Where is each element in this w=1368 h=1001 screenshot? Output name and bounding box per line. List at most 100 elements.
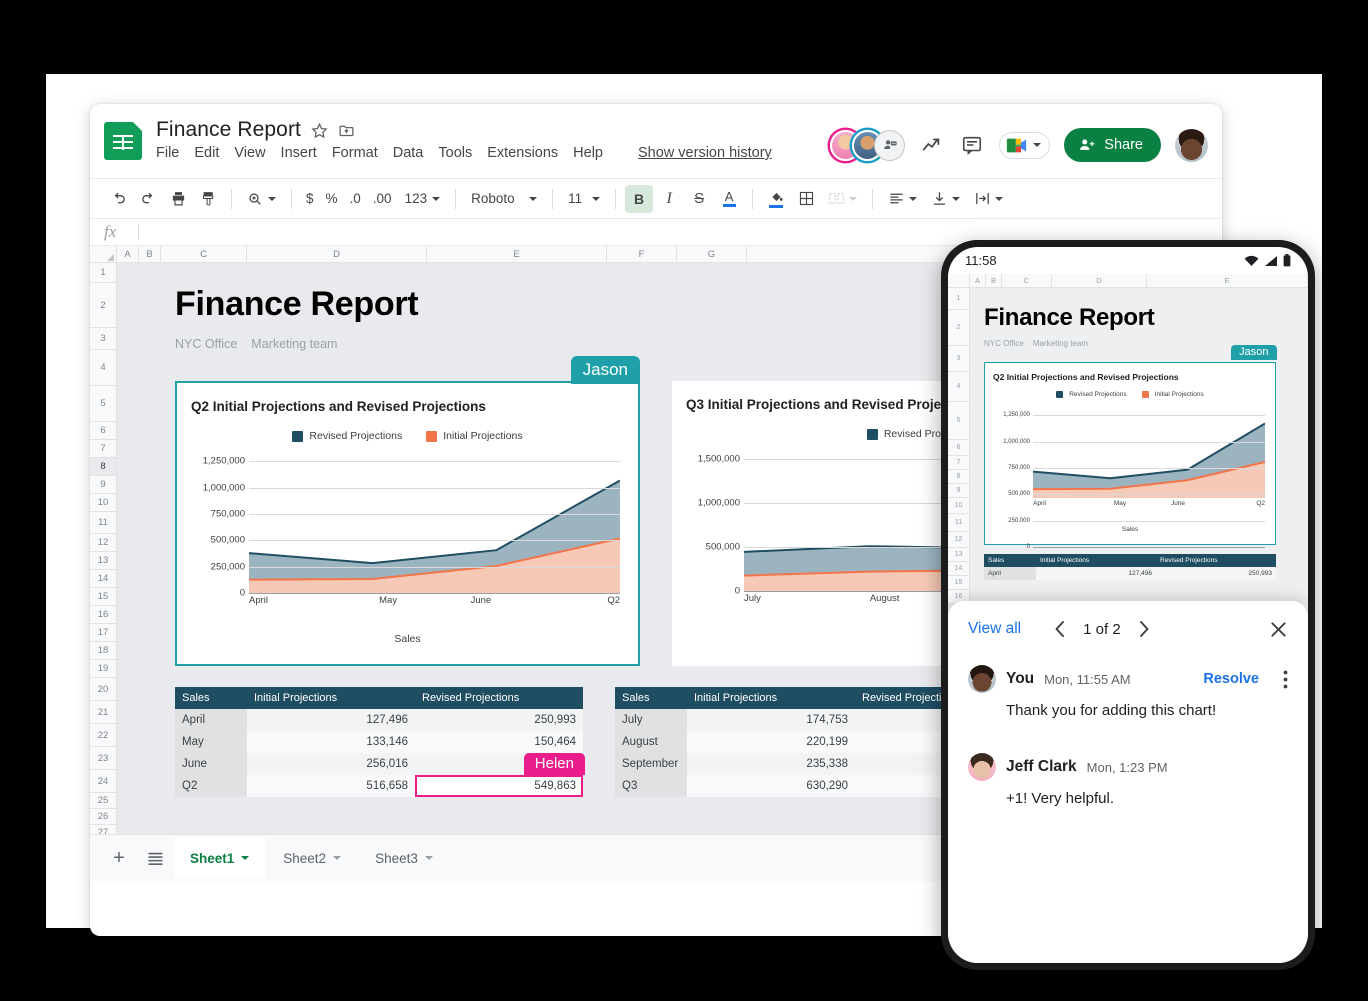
row-header-27[interactable]: 27 [90, 825, 116, 834]
row-header-10[interactable]: 10 [90, 494, 116, 512]
vertical-align-menu[interactable] [925, 187, 966, 210]
user-avatar[interactable] [1175, 129, 1208, 162]
close-icon[interactable] [1269, 620, 1288, 639]
google-meet-icon[interactable] [999, 132, 1050, 159]
column-header-D[interactable]: D [247, 246, 427, 262]
menu-item-extensions[interactable]: Extensions [487, 145, 558, 161]
strikethrough-button[interactable]: S [685, 185, 713, 213]
row-header-15[interactable]: 15 [90, 588, 116, 606]
phone-row-header-5[interactable]: 5 [948, 402, 969, 440]
table-row[interactable]: April127,496250,993 [175, 709, 583, 731]
merge-cells-icon[interactable] [822, 185, 863, 213]
phone-row-header-3[interactable]: 3 [948, 346, 969, 372]
phone-row-header-15[interactable]: 15 [948, 576, 969, 590]
sheet-tab-sheet3[interactable]: Sheet3 [359, 838, 449, 879]
chart-q2[interactable]: Jason Q2 Initial Projections and Revised… [175, 381, 640, 666]
chevron-down-icon[interactable] [241, 856, 249, 860]
sheet-tab-sheet1[interactable]: Sheet1 [174, 838, 265, 879]
add-collaborator-icon[interactable] [874, 130, 905, 161]
font-family-menu[interactable]: Roboto [465, 188, 543, 209]
horizontal-align-menu[interactable] [882, 187, 923, 210]
column-header-E[interactable]: E [427, 246, 607, 262]
menu-item-tools[interactable]: Tools [438, 145, 472, 161]
row-header-2[interactable]: 2 [90, 283, 116, 328]
row-header-7[interactable]: 7 [90, 440, 116, 458]
phone-column-header-C[interactable]: C [1002, 274, 1052, 287]
column-header-G[interactable]: G [677, 246, 747, 262]
paint-format-icon[interactable] [194, 185, 222, 213]
number-format-menu[interactable]: 123 [399, 188, 447, 209]
phone-column-header-D[interactable]: D [1052, 274, 1147, 287]
italic-button[interactable]: I [655, 185, 683, 213]
phone-row-header-10[interactable]: 10 [948, 498, 969, 514]
table-row[interactable]: May133,146150,464 [175, 731, 583, 753]
row-header-19[interactable]: 19 [90, 660, 116, 678]
table-row[interactable]: April127,496250,993 [984, 567, 1276, 580]
menu-item-insert[interactable]: Insert [281, 145, 317, 161]
phone-row-header-14[interactable]: 14 [948, 562, 969, 576]
redo-icon[interactable] [134, 185, 162, 213]
font-size-menu[interactable]: 11 [562, 188, 606, 209]
row-header-9[interactable]: 9 [90, 476, 116, 494]
phone-row-header-9[interactable]: 9 [948, 484, 969, 498]
percent-format-button[interactable]: % [321, 191, 343, 206]
sheet-tab-sheet2[interactable]: Sheet2 [267, 838, 357, 879]
menu-item-view[interactable]: View [234, 145, 265, 161]
show-version-history-link[interactable]: Show version history [638, 145, 772, 161]
phone-row-header-1[interactable]: 1 [948, 288, 969, 310]
chevron-down-icon[interactable] [1033, 143, 1041, 147]
row-header-25[interactable]: 25 [90, 793, 116, 809]
column-header-C[interactable]: C [161, 246, 247, 262]
phone-row-header-12[interactable]: 12 [948, 532, 969, 548]
row-header-26[interactable]: 26 [90, 809, 116, 825]
currency-format-button[interactable]: $ [301, 191, 319, 206]
phone-column-header-A[interactable]: A [970, 274, 986, 287]
table-cell-revised-highlighted[interactable]: Helen549,863 [415, 775, 583, 797]
row-header-11[interactable]: 11 [90, 512, 116, 534]
row-header-5[interactable]: 5 [90, 386, 116, 422]
row-header-6[interactable]: 6 [90, 422, 116, 440]
phone-select-all-corner[interactable] [948, 274, 970, 287]
fill-color-icon[interactable] [762, 185, 790, 213]
move-to-folder-icon[interactable] [338, 122, 355, 139]
phone-row-header-6[interactable]: 6 [948, 440, 969, 456]
column-header-F[interactable]: F [607, 246, 677, 262]
row-header-17[interactable]: 17 [90, 624, 116, 642]
phone-row-header-2[interactable]: 2 [948, 310, 969, 346]
phone-row-header-8[interactable]: 8 [948, 470, 969, 484]
all-sheets-icon[interactable] [138, 841, 172, 875]
borders-icon[interactable] [792, 185, 820, 213]
resolve-button[interactable]: Resolve [1203, 671, 1259, 687]
data-table-q2[interactable]: SalesInitial ProjectionsRevised Projecti… [175, 687, 583, 797]
text-color-button[interactable]: A [715, 185, 743, 213]
add-sheet-button[interactable]: + [102, 841, 136, 875]
row-header-18[interactable]: 18 [90, 642, 116, 660]
menu-item-help[interactable]: Help [573, 145, 603, 161]
row-header-13[interactable]: 13 [90, 552, 116, 570]
menu-item-data[interactable]: Data [393, 145, 424, 161]
decrease-decimal-button[interactable]: .0 [345, 191, 366, 206]
phone-column-header-B[interactable]: B [986, 274, 1002, 287]
phone-row-header-4[interactable]: 4 [948, 372, 969, 402]
trending-up-icon[interactable] [919, 132, 945, 158]
row-header-1[interactable]: 1 [90, 263, 116, 283]
star-icon[interactable] [311, 122, 328, 139]
bold-button[interactable]: B [625, 185, 653, 213]
row-header-8[interactable]: 8 [90, 458, 116, 476]
row-header-12[interactable]: 12 [90, 534, 116, 552]
phone-column-header-E[interactable]: E [1147, 274, 1308, 287]
table-row[interactable]: Q2516,658Helen549,863 [175, 775, 583, 797]
increase-decimal-button[interactable]: .00 [368, 191, 397, 206]
view-all-link[interactable]: View all [968, 620, 1021, 638]
row-header-22[interactable]: 22 [90, 724, 116, 747]
menu-item-file[interactable]: File [156, 145, 179, 161]
print-icon[interactable] [164, 185, 192, 213]
row-header-23[interactable]: 23 [90, 747, 116, 770]
zoom-control[interactable] [241, 188, 282, 210]
row-header-3[interactable]: 3 [90, 328, 116, 350]
page-title[interactable]: Finance Report [156, 118, 301, 142]
select-all-corner[interactable] [90, 246, 117, 262]
chevron-down-icon[interactable] [333, 856, 341, 860]
row-header-24[interactable]: 24 [90, 770, 116, 793]
menu-item-format[interactable]: Format [332, 145, 378, 161]
